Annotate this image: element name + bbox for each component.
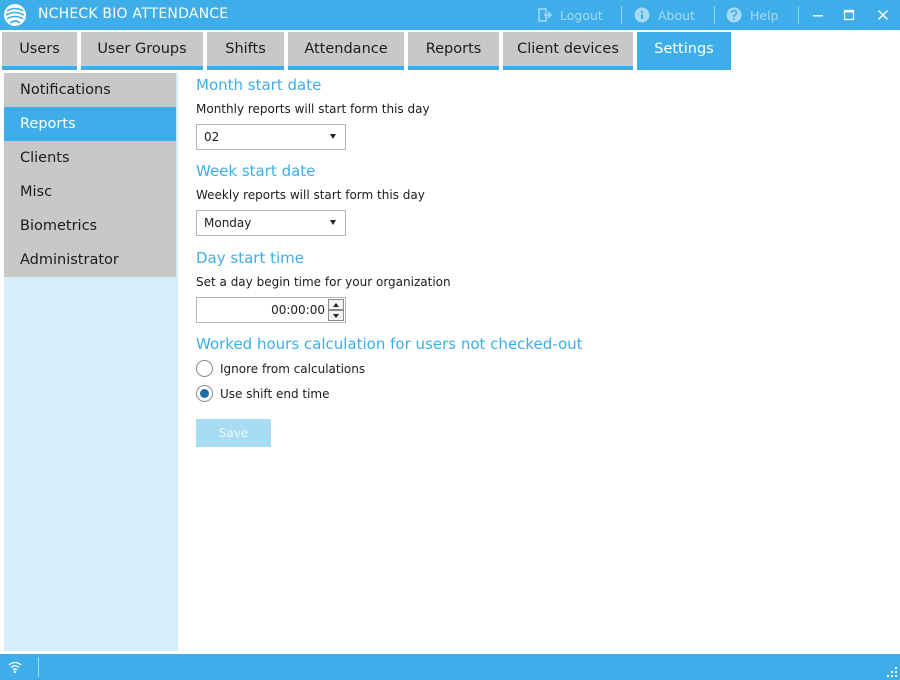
about-button[interactable]: About — [634, 5, 695, 25]
app-title: NCHECK BIO ATTENDANCE — [38, 6, 229, 22]
settings-sidebar: Notifications Reports Clients Misc Biome… — [4, 73, 178, 651]
minimize-button[interactable] — [803, 2, 833, 28]
tab-shifts[interactable]: Shifts — [207, 32, 284, 70]
week-start-value: Monday — [204, 216, 252, 230]
title-divider — [714, 6, 715, 24]
radio-label: Use shift end time — [220, 386, 330, 401]
day-start-time-value: 00:00:00 — [271, 303, 325, 317]
radio-button[interactable] — [196, 360, 213, 377]
sidebar-item-misc[interactable]: Misc — [4, 175, 176, 209]
tab-users[interactable]: Users — [2, 32, 77, 70]
title-divider — [798, 6, 799, 24]
tab-settings[interactable]: Settings — [637, 32, 731, 70]
title-divider — [621, 6, 622, 24]
day-start-description: Set a day begin time for your organizati… — [196, 275, 451, 289]
week-start-title: Week start date — [196, 162, 316, 180]
app-logo-icon — [4, 4, 26, 26]
week-start-description: Weekly reports will start form this day — [196, 188, 425, 202]
close-button[interactable] — [868, 2, 898, 28]
title-bar: NCHECK BIO ATTENDANCE Logout About Help — [0, 0, 900, 30]
sidebar-item-administrator[interactable]: Administrator — [4, 243, 176, 277]
info-icon — [634, 7, 650, 23]
wifi-icon — [8, 661, 22, 674]
tab-attendance[interactable]: Attendance — [288, 32, 404, 70]
save-button[interactable]: Save — [196, 419, 271, 447]
about-label: About — [658, 7, 695, 23]
month-start-value: 02 — [204, 130, 220, 144]
resize-grip-icon[interactable] — [886, 666, 898, 678]
logout-button[interactable]: Logout — [536, 5, 603, 25]
chevron-down-icon — [330, 134, 336, 139]
chevron-up-icon — [333, 302, 339, 307]
radio-label: Ignore from calculations — [220, 361, 366, 376]
logout-icon — [538, 8, 552, 22]
day-start-time-input[interactable]: 00:00:00 — [196, 297, 346, 323]
help-label: Help — [750, 7, 779, 23]
maximize-button[interactable] — [834, 2, 864, 28]
radio-use-shift-end-time[interactable]: Use shift end time — [196, 385, 330, 402]
month-start-description: Monthly reports will start form this day — [196, 102, 430, 116]
sidebar-item-notifications[interactable]: Notifications — [4, 73, 176, 107]
minimize-icon — [813, 15, 823, 17]
chevron-down-icon — [333, 313, 339, 318]
sidebar-item-biometrics[interactable]: Biometrics — [4, 209, 176, 243]
month-start-dropdown[interactable]: 02 — [196, 124, 346, 150]
chevron-down-icon — [330, 220, 336, 225]
worked-hours-title: Worked hours calculation for users not c… — [196, 335, 583, 353]
help-icon — [726, 7, 742, 23]
status-divider — [38, 657, 39, 677]
sidebar-item-reports[interactable]: Reports — [4, 107, 176, 141]
sidebar-item-clients[interactable]: Clients — [4, 141, 176, 175]
time-increment-button[interactable] — [328, 299, 344, 310]
status-bar — [0, 654, 900, 680]
week-start-dropdown[interactable]: Monday — [196, 210, 346, 236]
day-start-title: Day start time — [196, 249, 304, 267]
reports-settings-panel: Month start date Monthly reports will st… — [196, 73, 886, 651]
help-button[interactable]: Help — [726, 5, 779, 25]
maximize-icon — [843, 9, 855, 21]
tab-reports[interactable]: Reports — [408, 32, 499, 70]
month-start-title: Month start date — [196, 76, 322, 94]
tab-client-devices[interactable]: Client devices — [503, 32, 633, 70]
logout-label: Logout — [560, 7, 603, 23]
time-decrement-button[interactable] — [328, 310, 344, 321]
main-tabs: Users User Groups Shifts Attendance Repo… — [0, 30, 900, 70]
close-icon — [877, 9, 889, 21]
tab-user-groups[interactable]: User Groups — [81, 32, 203, 70]
radio-button[interactable] — [196, 385, 213, 402]
radio-ignore-calculations[interactable]: Ignore from calculations — [196, 360, 365, 377]
